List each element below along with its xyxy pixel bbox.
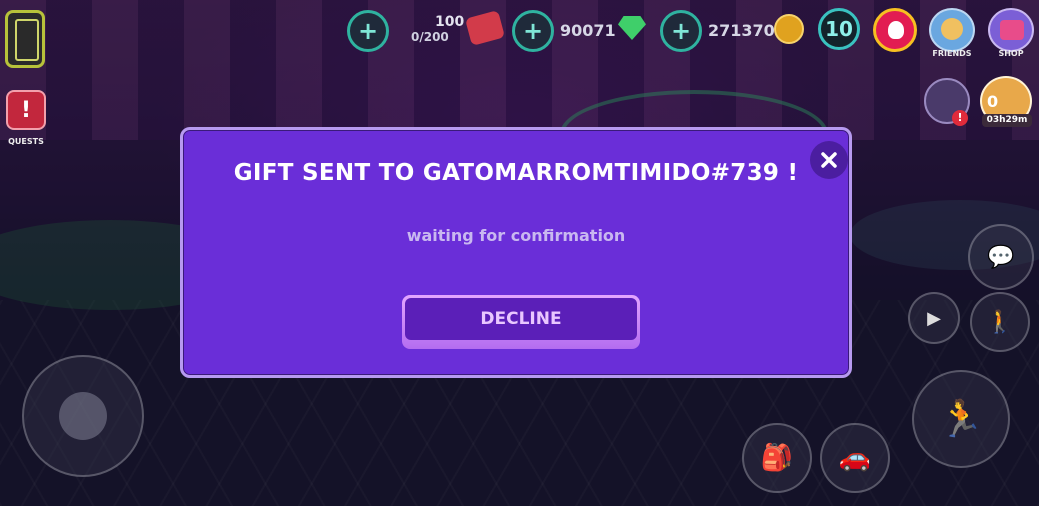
gem-icon (618, 16, 646, 40)
play-icon: ▶ (927, 307, 941, 329)
chat-button[interactable]: 💬 (968, 224, 1034, 290)
vehicle-button[interactable]: 🚗 (820, 423, 890, 493)
gift-sent-dialog: GIFT SENT TO GATOMARROMTIMIDO#739 ! wait… (180, 127, 852, 378)
close-button[interactable] (810, 141, 848, 179)
profile-button[interactable] (873, 8, 917, 52)
shop-label: SHOP (998, 49, 1024, 58)
walk-icon: 🚶 (986, 309, 1014, 335)
play-emote-button[interactable]: ▶ (908, 292, 960, 344)
backpack-icon: 🎒 (760, 443, 794, 473)
jump-button[interactable]: 🏃 (912, 370, 1010, 468)
gems-amount: 90071 (560, 21, 616, 40)
decline-button-label: DECLINE (405, 298, 637, 340)
friends-button[interactable] (929, 8, 975, 52)
quests-button[interactable]: ! (6, 90, 46, 130)
exclamation-icon: ! (20, 97, 32, 123)
timed-event-timer: 03h29m (982, 114, 1032, 127)
plus-icon: + (670, 17, 692, 45)
decline-button[interactable]: DECLINE (402, 295, 640, 349)
add-coins-button[interactable]: + (660, 10, 702, 52)
tickets-current: 100 (435, 14, 465, 30)
rewards-button[interactable]: ! (924, 78, 970, 126)
close-icon (821, 152, 837, 168)
walk-button[interactable]: 🚶 (970, 292, 1030, 352)
shop-icon (1000, 20, 1024, 40)
level-number: 10 (825, 17, 853, 41)
backpack-button[interactable]: 🎒 (742, 423, 812, 493)
joystick-knob[interactable] (59, 392, 107, 440)
shop-button[interactable] (988, 8, 1034, 52)
friends-label: FRIENDS (932, 49, 972, 58)
movement-joystick[interactable] (22, 355, 144, 477)
car-icon: 🚗 (838, 443, 872, 473)
chat-icon: 💬 (987, 244, 1015, 270)
ticket-icon (464, 10, 506, 46)
top-bar: + 100 0/200 + 90071 + 271370 10 FRIENDS … (0, 8, 1039, 58)
add-gems-button[interactable]: + (512, 10, 554, 52)
level-badge[interactable]: 10 (818, 8, 860, 50)
friends-icon (941, 18, 963, 40)
alert-icon: ! (952, 110, 968, 126)
coins-amount: 271370 (708, 21, 775, 40)
jump-icon: 🏃 (938, 399, 984, 440)
timed-event-count: 0 (987, 92, 999, 111)
profile-icon (888, 21, 904, 39)
coin-icon (774, 14, 804, 44)
plus-icon: + (522, 17, 544, 45)
add-tickets-button[interactable]: + (347, 10, 389, 52)
dialog-subtitle: waiting for confirmation (406, 226, 626, 245)
tickets-capacity: 0/200 (411, 30, 449, 44)
dialog-title: GIFT SENT TO GATOMARROMTIMIDO#739 ! (233, 160, 799, 186)
quests-label: QUESTS (8, 137, 44, 146)
plus-icon: + (357, 17, 379, 45)
